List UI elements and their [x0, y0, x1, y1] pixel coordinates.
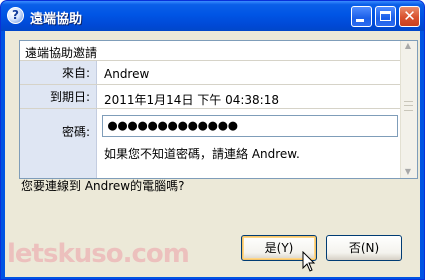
expiration-row: 到期日: 2011年1月14日 下午 04:38:18 [20, 85, 402, 109]
from-row: 來自: Andrew [20, 61, 402, 85]
mouse-cursor-icon [302, 251, 316, 272]
from-label: 來自: [20, 61, 97, 84]
invitation-header: 遠端協助邀請 [25, 46, 98, 60]
expiration-label: 到期日: [20, 85, 97, 108]
maximize-button[interactable] [375, 6, 396, 27]
title-bar[interactable]: ? 遠端協助 ✕ [1, 1, 424, 31]
password-field[interactable]: ●●●●●●●●●●●●● [102, 115, 398, 137]
password-row: 密碼: ●●●●●●●●●●●●● 如果您不知道密碼，請連絡 Andrew. [20, 109, 402, 178]
expiration-value: 2011年1月14日 下午 04:38:18 [104, 93, 279, 107]
connect-question: 您要連線到 Andrew的電腦嗎? [21, 179, 185, 193]
maximize-icon [380, 11, 391, 21]
watermark: letskuso.com [7, 239, 190, 269]
scroll-up-arrow-icon[interactable]: ▲ [403, 42, 413, 50]
close-button[interactable]: ✕ [399, 6, 420, 27]
invitation-details-panel: 遠端協助邀請 來自: Andrew 到期日: 2011年1月14日 下午 04:… [19, 40, 418, 179]
minimize-icon [356, 19, 364, 22]
close-icon: ✕ [403, 7, 416, 25]
password-label: 密碼: [20, 109, 97, 178]
no-button[interactable]: 否(N) [326, 235, 402, 261]
scroll-grip-icon[interactable] [404, 101, 413, 111]
password-hint: 如果您不知道密碼，請連絡 Andrew. [104, 147, 300, 161]
from-value: Andrew [104, 67, 150, 81]
remote-assistance-dialog: ? 遠端協助 ✕ 遠端協助邀請 來自: Andrew 到期日: 2011年1月1… [0, 0, 425, 280]
scroll-down-arrow-icon[interactable]: ▼ [403, 168, 413, 176]
window-title: 遠端協助 [30, 12, 83, 27]
vertical-scrollbar[interactable]: ▲ ▼ [400, 41, 417, 178]
invitation-header-row: 遠端協助邀請 [20, 41, 402, 61]
help-question-icon: ? [7, 7, 24, 24]
minimize-button[interactable] [351, 6, 372, 27]
